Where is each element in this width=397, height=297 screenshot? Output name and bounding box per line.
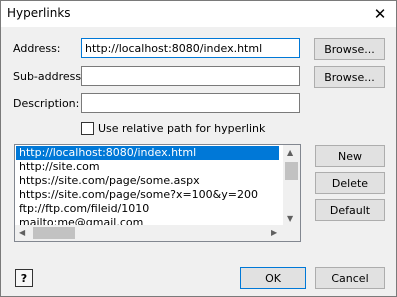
chevron-down-icon[interactable]: ▼ (287, 214, 293, 223)
horizontal-scroll-thumb[interactable] (33, 227, 75, 239)
window-title: Hyperlinks (7, 6, 71, 20)
horizontal-scrollbar[interactable]: ◀ ▶ (15, 225, 284, 241)
cancel-button[interactable]: Cancel (315, 267, 385, 289)
browse-address-button[interactable]: Browse... (314, 38, 385, 60)
list-item[interactable]: http://site.com (16, 160, 100, 174)
description-input[interactable] (81, 93, 300, 113)
subaddress-label: Sub-address: (13, 70, 85, 83)
chevron-up-icon[interactable]: ▲ (287, 148, 293, 157)
vertical-scroll-thumb[interactable] (285, 162, 298, 180)
address-input[interactable] (81, 38, 300, 58)
description-label: Description: (13, 97, 80, 110)
chevron-right-icon[interactable]: ▶ (271, 228, 277, 237)
vertical-scrollbar[interactable]: ▲ ▼ (283, 145, 300, 225)
list-item[interactable]: https://site.com/page/some?x=100&y=200 (16, 188, 258, 202)
ok-button[interactable]: OK (240, 267, 306, 289)
default-button[interactable]: Default (315, 199, 385, 221)
address-label: Address: (13, 42, 61, 55)
list-item[interactable]: https://site.com/page/some.aspx (16, 174, 200, 188)
subaddress-input[interactable] (81, 66, 300, 86)
hyperlink-list[interactable]: http://localhost:8080/index.html http://… (14, 144, 301, 242)
help-icon[interactable]: ? (15, 269, 33, 287)
title-bar: Hyperlinks ✕ (1, 1, 396, 27)
hyperlinks-dialog: Hyperlinks ✕ Address: Browse... Sub-addr… (0, 0, 397, 297)
list-item[interactable]: http://localhost:8080/index.html (16, 146, 279, 160)
delete-button[interactable]: Delete (315, 172, 385, 194)
chevron-left-icon[interactable]: ◀ (19, 228, 25, 237)
new-button[interactable]: New (315, 145, 385, 167)
browse-subaddress-button[interactable]: Browse... (314, 66, 385, 88)
relative-path-label: Use relative path for hyperlink (98, 122, 266, 135)
close-icon[interactable]: ✕ (370, 4, 390, 24)
list-item[interactable]: ftp://ftp.com/fileid/1010 (16, 202, 149, 216)
scrollbar-corner (283, 225, 300, 241)
relative-path-checkbox[interactable] (81, 122, 94, 135)
